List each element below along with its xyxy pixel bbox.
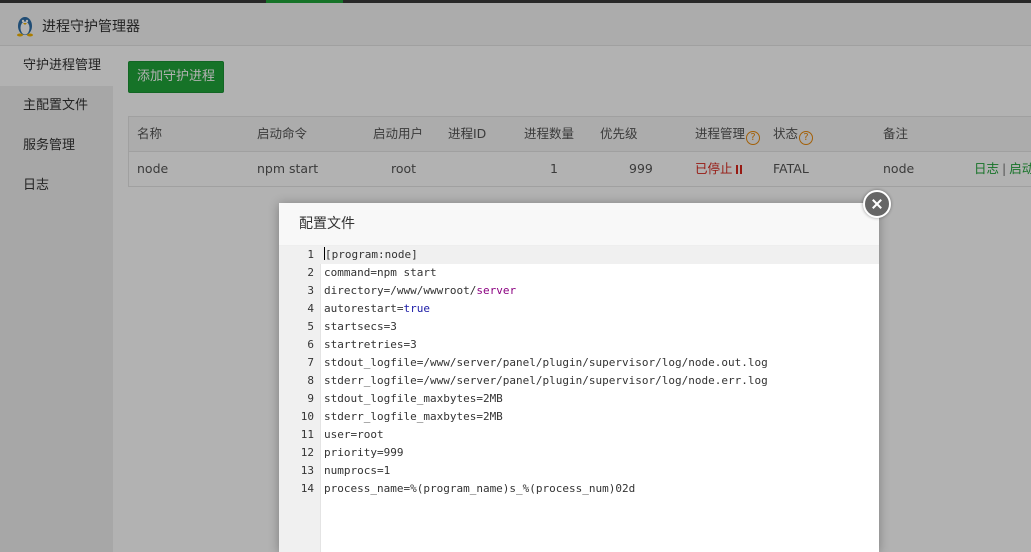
line-number: 8 [307, 374, 314, 387]
code-line[interactable]: 5 startsecs=3 [279, 318, 879, 336]
code-line[interactable]: 10 stderr_logfile_maxbytes=2MB [279, 408, 879, 426]
code-line[interactable]: 2 command=npm start [279, 264, 879, 282]
line-number: 6 [307, 338, 314, 351]
code-line[interactable]: 14 process_name=%(program_name)s_%(proces… [279, 480, 879, 498]
code-line[interactable]: 1 [program:node] [279, 246, 879, 264]
line-text: priority=999 [324, 446, 404, 459]
line-value: true [403, 302, 430, 315]
code-line[interactable]: 3 directory=/www/wwwroot/server [279, 282, 879, 300]
code-line[interactable]: 11 user=root [279, 426, 879, 444]
line-text: command=npm start [324, 266, 437, 279]
line-text: startsecs=3 [324, 320, 397, 333]
line-text: user=root [324, 428, 384, 441]
line-number: 10 [300, 410, 314, 423]
close-icon[interactable] [863, 190, 891, 218]
line-text: stdout_logfile=/www/server/panel/plugin/… [324, 356, 768, 369]
line-number: 9 [307, 392, 314, 405]
code-line[interactable]: 7 stdout_logfile=/www/server/panel/plugin… [279, 354, 879, 372]
line-content: autorestart= [324, 302, 404, 315]
line-text: stdout_logfile_maxbytes=2MB [324, 392, 503, 405]
code-line[interactable]: 13 numprocs=1 [279, 462, 879, 480]
line-number: 11 [300, 428, 314, 441]
code-line[interactable]: 12 priority=999 [279, 444, 879, 462]
line-number: 4 [307, 302, 314, 315]
line-value: server [476, 284, 517, 297]
line-content: directory=/www/wwwroot/ [324, 284, 477, 297]
line-text: stderr_logfile_maxbytes=2MB [324, 410, 503, 423]
code-line[interactable]: 8 stderr_logfile=/www/server/panel/plugin… [279, 372, 879, 390]
line-number: 12 [300, 446, 314, 459]
line-text: process_name=%(program_name)s_%(process_… [324, 482, 636, 495]
code-editor[interactable]: 1 [program:node] 2 command=npm start 3 dire… [279, 246, 879, 552]
line-number: 2 [307, 266, 314, 279]
line-number: 7 [307, 356, 314, 369]
code-line[interactable]: 4 autorestart=true [279, 300, 879, 318]
line-text: numprocs=1 [324, 464, 391, 477]
code-line[interactable]: 6 startretries=3 [279, 336, 879, 354]
code-line[interactable]: 9 stdout_logfile_maxbytes=2MB [279, 390, 879, 408]
config-file-modal: 配置文件 1 [program:node] 2 command=npm start … [279, 203, 879, 552]
line-content: [program:node] [325, 248, 418, 261]
line-text: startretries=3 [324, 338, 417, 351]
line-number: 1 [307, 248, 314, 261]
line-number: 13 [300, 464, 314, 477]
line-text: autorestart=true [324, 300, 430, 318]
line-number: 3 [307, 284, 314, 297]
line-number: 14 [300, 482, 314, 495]
modal-title: 配置文件 [279, 203, 879, 246]
code-lines: 1 [program:node] 2 command=npm start 3 dire… [279, 246, 879, 498]
line-text: directory=/www/wwwroot/server [324, 282, 516, 300]
line-text: stderr_logfile=/www/server/panel/plugin/… [324, 374, 768, 387]
line-number: 5 [307, 320, 314, 333]
line-text: [program:node] [324, 246, 418, 264]
